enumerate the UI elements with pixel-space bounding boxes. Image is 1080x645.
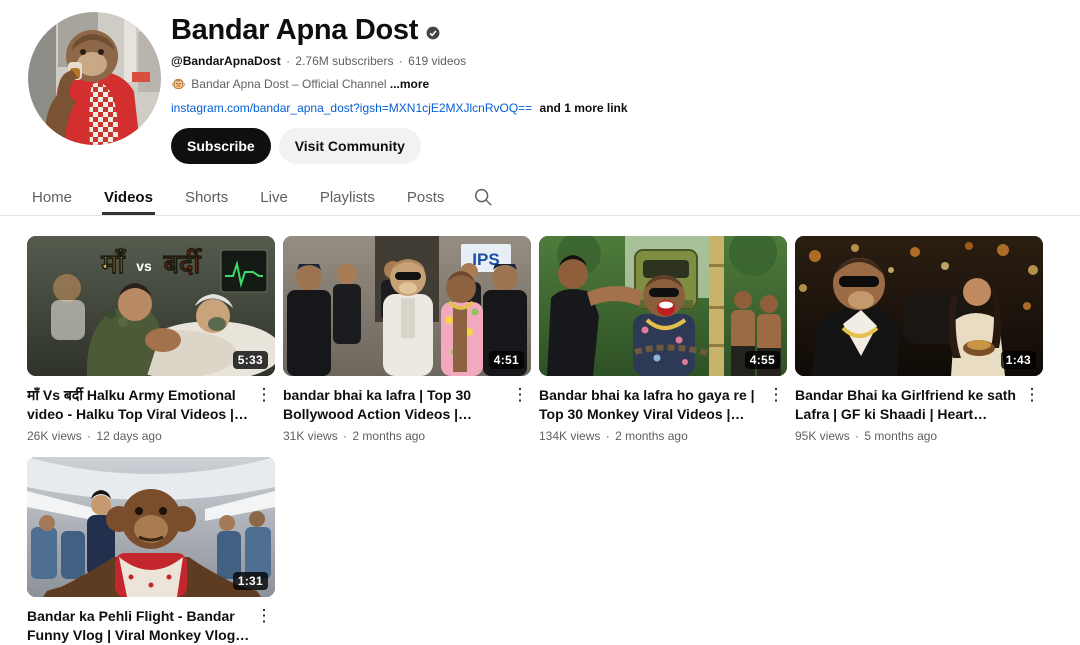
video-title[interactable]: Bandar bhai ka lafra ho gaya re | Top 30… [539, 386, 765, 424]
verified-badge-icon [426, 26, 440, 40]
video-meta: 134K views · 2 months ago [539, 429, 787, 443]
video-card: 1:31 Bandar ka Pehli Flight - Bandar Fun… [27, 457, 275, 645]
separator: · [85, 429, 93, 443]
separator: · [397, 54, 405, 68]
tab-videos[interactable]: Videos [88, 179, 169, 215]
tab-live[interactable]: Live [244, 179, 304, 215]
video-menu-icon[interactable]: ⋮ [765, 386, 787, 424]
thumb-overlay-word1: माँ [100, 248, 126, 279]
video-meta: 26K views · 12 days ago [27, 429, 275, 443]
channel-handle: @BandarApnaDost [171, 54, 281, 68]
separator: · [604, 429, 612, 443]
video-menu-icon[interactable]: ⋮ [253, 386, 275, 424]
duration-badge: 1:43 [1001, 351, 1036, 369]
monkey-white-suit [383, 259, 433, 376]
video-thumbnail-monkey-train-jungle[interactable]: 4:55 [539, 236, 787, 376]
monkey-emoji: 🐵 [171, 77, 186, 91]
video-title[interactable]: माँ Vs बर्दी Halku Army Emotional video … [27, 386, 253, 424]
channel-tabs: Home Videos Shorts Live Playlists Posts [0, 179, 1080, 216]
upload-age: 12 days ago [96, 429, 161, 443]
video-card: 4:55 Bandar bhai ka lafra ho gaya re | T… [539, 236, 787, 443]
channel-description[interactable]: 🐵 Bandar Apna Dost – Official Channel ..… [171, 77, 628, 91]
video-thumbnail-monkey-girlfriend-night[interactable]: 1:43 [795, 236, 1043, 376]
view-count: 134K views [539, 429, 600, 443]
video-thumbnail-hospital-army[interactable]: माँ vs बर्दी 5:33 [27, 236, 275, 376]
thumb-overlay-word2: vs [136, 258, 152, 274]
avatar-monkey-drinking-tea [28, 12, 161, 145]
video-menu-icon[interactable]: ⋮ [1021, 386, 1043, 424]
channel-title: Bandar Apna Dost [171, 14, 418, 47]
subscribe-button[interactable]: Subscribe [171, 128, 271, 164]
instagram-link[interactable]: instagram.com/bandar_apna_dost?igsh=MXN1… [171, 101, 532, 115]
video-title[interactable]: Bandar Bhai ka Girlfriend ke sath Lafra … [795, 386, 1021, 424]
duration-badge: 4:55 [745, 351, 780, 369]
search-icon [472, 186, 494, 208]
upload-age: 2 months ago [352, 429, 425, 443]
video-card: माँ vs बर्दी 5:33 माँ Vs बर्दी Halku Arm… [27, 236, 275, 443]
channel-search-button[interactable] [460, 179, 506, 215]
upload-age: 2 months ago [615, 429, 688, 443]
channel-links-row: instagram.com/bandar_apna_dost?igsh=MXN1… [171, 101, 628, 115]
channel-actions: Subscribe Visit Community [171, 128, 628, 164]
video-card: IPS [283, 236, 531, 443]
video-thumbnail-monkey-airplane[interactable]: 1:31 [27, 457, 275, 597]
more-links-label[interactable]: and 1 more link [540, 101, 628, 115]
video-title[interactable]: bandar bhai ka lafra | Top 30 Bollywood … [283, 386, 509, 424]
subscriber-count: 2.76M subscribers [295, 54, 393, 68]
video-count: 619 videos [408, 54, 466, 68]
view-count: 26K views [27, 429, 82, 443]
video-meta: 95K views · 5 months ago [795, 429, 1043, 443]
duration-badge: 1:31 [233, 572, 268, 590]
video-meta: 31K views · 2 months ago [283, 429, 531, 443]
tab-shorts[interactable]: Shorts [169, 179, 244, 215]
separator: · [284, 54, 292, 68]
tab-posts[interactable]: Posts [391, 179, 461, 215]
view-count: 95K views [795, 429, 850, 443]
upload-age: 5 months ago [864, 429, 937, 443]
separator: · [341, 429, 349, 443]
video-menu-icon[interactable]: ⋮ [509, 386, 531, 424]
duration-badge: 5:33 [233, 351, 268, 369]
video-thumbnail-monkeys-bodyguards[interactable]: IPS [283, 236, 531, 376]
video-menu-icon[interactable]: ⋮ [253, 607, 275, 645]
thumb-overlay-word3: बर्दी [163, 248, 203, 279]
video-title[interactable]: Bandar ka Pehli Flight - Bandar Funny Vl… [27, 607, 253, 645]
channel-avatar[interactable] [28, 12, 161, 145]
tab-home[interactable]: Home [16, 179, 88, 215]
videos-grid: माँ vs बर्दी 5:33 माँ Vs बर्दी Halku Arm… [27, 236, 1080, 645]
channel-meta-line: @BandarApnaDost · 2.76M subscribers · 61… [171, 54, 628, 68]
tab-playlists[interactable]: Playlists [304, 179, 391, 215]
more-expander[interactable]: ...more [390, 77, 429, 91]
view-count: 31K views [283, 429, 338, 443]
description-text: Bandar Apna Dost – Official Channel [191, 77, 386, 91]
duration-badge: 4:51 [489, 351, 524, 369]
separator: · [853, 429, 861, 443]
video-card: 1:43 Bandar Bhai ka Girlfriend ke sath L… [795, 236, 1043, 443]
channel-info: Bandar Apna Dost @BandarApnaDost · 2.76M… [171, 12, 628, 164]
channel-header: Bandar Apna Dost @BandarApnaDost · 2.76M… [0, 0, 1080, 164]
visit-community-button[interactable]: Visit Community [279, 128, 421, 164]
